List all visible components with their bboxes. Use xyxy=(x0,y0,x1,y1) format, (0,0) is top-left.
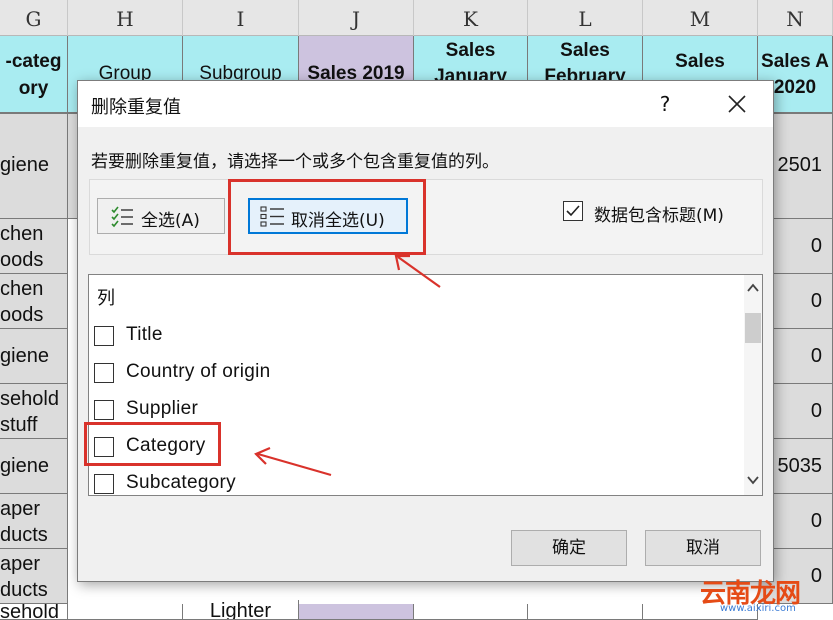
header-row-checkbox-label[interactable]: 数据包含标题(M) xyxy=(594,201,724,226)
cell-l-row9[interactable] xyxy=(528,604,643,620)
column-letter-i[interactable]: I xyxy=(183,0,299,36)
cancel-button[interactable]: 取消 xyxy=(645,530,761,566)
column-letter-h[interactable]: H xyxy=(68,0,183,36)
watermark: 云南龙网 www.aixiri.com xyxy=(700,573,833,620)
column-checkbox[interactable] xyxy=(94,474,114,494)
chevron-up-icon xyxy=(747,283,759,292)
cell-g-row5[interactable]: sehold stuff xyxy=(0,384,68,439)
select-all-icon xyxy=(111,206,135,233)
dialog-title: 删除重复值 xyxy=(91,97,181,118)
column-letter-m[interactable]: M xyxy=(643,0,758,36)
cell-k-row9[interactable] xyxy=(414,604,528,620)
chevron-down-icon xyxy=(747,476,759,485)
column-item-subcategory[interactable]: Subcategory xyxy=(94,470,694,495)
column-checkbox[interactable] xyxy=(94,400,114,420)
cell-g-row3[interactable]: chen oods xyxy=(0,274,68,329)
column-letter-j[interactable]: J xyxy=(299,0,414,36)
cell-g-row2[interactable]: chen oods xyxy=(0,219,68,274)
cell-j-row9[interactable] xyxy=(299,604,414,620)
dialog-description: 若要删除重复值，请选择一个或多个包含重复值的列。 xyxy=(91,152,499,172)
list-scrollbar[interactable] xyxy=(744,275,762,495)
column-item-country-of-origin[interactable]: Country of origin xyxy=(94,359,694,389)
remove-duplicates-dialog: 删除重复值 ? 若要删除重复值，请选择一个或多个包含重复值的列。 全选(A) 取… xyxy=(77,80,774,582)
select-all-button[interactable]: 全选(A) xyxy=(97,198,225,234)
ok-button[interactable]: 确定 xyxy=(511,530,627,566)
column-checkbox[interactable] xyxy=(94,326,114,346)
column-letter-l[interactable]: L xyxy=(528,0,643,36)
cell-g-row1[interactable]: giene xyxy=(0,114,68,219)
header-row-checkbox[interactable] xyxy=(563,201,583,221)
column-letter-g[interactable]: G xyxy=(0,0,68,36)
cell-g-row8[interactable]: aper ducts xyxy=(0,549,68,604)
column-checkbox[interactable] xyxy=(94,363,114,383)
cell-i-row9[interactable]: Lighter xyxy=(183,600,299,620)
column-item-title[interactable]: Title xyxy=(94,322,694,352)
column-label: Title xyxy=(126,324,163,345)
cell-g-row4[interactable]: giene xyxy=(0,329,68,384)
column-letter-n[interactable]: N xyxy=(758,0,833,36)
checkmark-icon xyxy=(566,205,580,217)
select-all-label: 全选(A) xyxy=(141,211,200,231)
cell-h-row9[interactable] xyxy=(68,604,183,620)
column-header-row: G H I J K L M N xyxy=(0,0,833,36)
scroll-down-button[interactable] xyxy=(744,471,762,489)
highlight-box-category xyxy=(84,422,221,466)
column-label: Subcategory xyxy=(126,472,236,493)
columns-list-header: 列 xyxy=(97,288,115,309)
header-cell-subcategory[interactable]: -categ ory xyxy=(0,36,68,114)
column-label: Country of origin xyxy=(126,361,271,382)
close-icon xyxy=(728,95,746,113)
column-letter-k[interactable]: K xyxy=(414,0,528,36)
cell-g-row6[interactable]: giene xyxy=(0,439,68,494)
watermark-url: www.aixiri.com xyxy=(720,603,796,614)
scroll-thumb[interactable] xyxy=(745,313,761,343)
cell-g-row9[interactable]: sehold xyxy=(0,604,68,620)
scroll-up-button[interactable] xyxy=(744,279,762,297)
help-button[interactable]: ? xyxy=(652,90,678,118)
cell-g-row7[interactable]: aper ducts xyxy=(0,494,68,549)
close-button[interactable] xyxy=(722,90,752,118)
column-label: Supplier xyxy=(126,398,199,419)
dialog-titlebar[interactable]: 删除重复值 ? xyxy=(78,81,773,127)
highlight-box-deselect xyxy=(228,179,426,255)
